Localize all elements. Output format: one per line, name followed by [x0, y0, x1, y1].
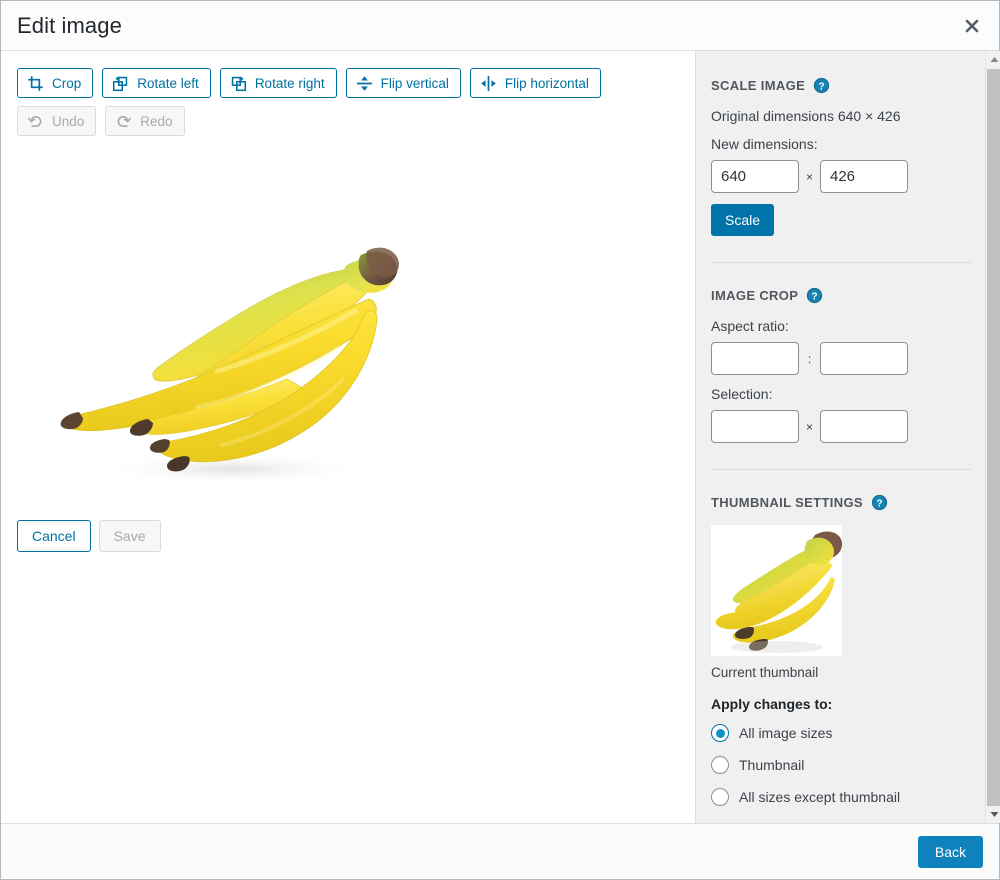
- help-icon[interactable]: ?: [806, 287, 823, 304]
- rotate-right-label: Rotate right: [254, 75, 325, 91]
- page-title: Edit image: [17, 13, 122, 38]
- scale-width-input[interactable]: [711, 160, 799, 193]
- image-crop-section: IMAGE CROP ? Aspect ratio: : Selection: …: [711, 287, 986, 443]
- save-button[interactable]: Save: [98, 520, 161, 552]
- svg-text:?: ?: [812, 291, 818, 302]
- divider: [711, 262, 971, 263]
- apply-changes-label: Apply changes to:: [711, 696, 833, 712]
- thumbnail-caption: Current thumbnail: [711, 665, 819, 680]
- original-dimensions: Original dimensions 640 × 426: [711, 108, 901, 124]
- scale-image-title: SCALE IMAGE: [711, 78, 806, 93]
- aspect-ratio-width-input[interactable]: [711, 342, 799, 375]
- aspect-ratio-label: Aspect ratio:: [711, 318, 789, 334]
- scale-image-header: SCALE IMAGE ?: [711, 77, 986, 94]
- flip-vertical-button[interactable]: Flip vertical: [345, 68, 461, 98]
- help-icon[interactable]: ?: [813, 77, 830, 94]
- flip-horizontal-label: Flip horizontal: [504, 75, 589, 91]
- thumbnail-settings-header: THUMBNAIL SETTINGS ?: [711, 494, 986, 511]
- aspect-ratio-separator: :: [807, 351, 812, 366]
- selection-width-input[interactable]: [711, 410, 799, 443]
- rotate-left-button[interactable]: Rotate left: [102, 68, 211, 98]
- image-crop-title: IMAGE CROP: [711, 288, 799, 303]
- rotate-right-button[interactable]: Rotate right: [219, 68, 337, 98]
- banana-image: [17, 209, 447, 505]
- settings-scrollbar[interactable]: [985, 51, 1000, 823]
- current-thumbnail-image: [711, 525, 842, 656]
- scale-button[interactable]: Scale: [711, 204, 775, 236]
- modal-footer: Back: [1, 823, 999, 879]
- rotate-left-icon: [112, 75, 129, 92]
- radio-label: All image sizes: [739, 725, 833, 741]
- flip-vertical-icon: [356, 75, 373, 92]
- thumbnail-settings-section: THUMBNAIL SETTINGS ? Current thumbnail A…: [711, 494, 986, 806]
- flip-horizontal-icon: [480, 75, 497, 92]
- selection-inputs: ×: [711, 410, 986, 443]
- crop-icon: [27, 75, 44, 92]
- radio-option-all-image-sizes[interactable]: All image sizes: [711, 724, 986, 742]
- new-dimensions-inputs: ×: [711, 160, 986, 193]
- settings-content: SCALE IMAGE ? Original dimensions 640 × …: [696, 51, 986, 820]
- dimension-separator: ×: [806, 169, 814, 184]
- modal-header: Edit image: [1, 1, 999, 51]
- redo-label: Redo: [140, 113, 173, 129]
- radio-option-thumbnail[interactable]: Thumbnail: [711, 756, 986, 774]
- aspect-ratio-height-input[interactable]: [820, 342, 908, 375]
- undo-label: Undo: [52, 113, 85, 129]
- close-button[interactable]: [953, 7, 991, 45]
- svg-text:?: ?: [876, 498, 882, 509]
- scrollbar-thumb[interactable]: [987, 69, 1000, 815]
- selection-label: Selection:: [711, 386, 773, 402]
- selection-separator: ×: [806, 419, 814, 434]
- image-settings-pane: SCALE IMAGE ? Original dimensions 640 × …: [695, 51, 1000, 823]
- toolbar-row-history: Undo Redo: [17, 106, 677, 136]
- radio-label: All sizes except thumbnail: [739, 789, 901, 805]
- close-icon: [963, 17, 981, 35]
- crop-label: Crop: [52, 75, 82, 91]
- image-editor-pane: Crop Rotate left Rotate right Flip verti…: [1, 51, 695, 823]
- radio-icon[interactable]: [711, 756, 729, 774]
- radio-icon[interactable]: [711, 724, 729, 742]
- image-crop-header: IMAGE CROP ?: [711, 287, 986, 304]
- cancel-button[interactable]: Cancel: [17, 520, 91, 552]
- editor-action-row: Cancel Save: [17, 520, 161, 552]
- radio-option-all-except-thumbnail[interactable]: All sizes except thumbnail: [711, 788, 986, 806]
- edit-image-modal: Edit image Crop Rotate left Rotate right…: [0, 0, 1000, 880]
- undo-button[interactable]: Undo: [17, 106, 97, 136]
- scale-image-section: SCALE IMAGE ? Original dimensions 640 × …: [711, 77, 986, 236]
- flip-vertical-label: Flip vertical: [380, 75, 449, 91]
- undo-icon: [27, 113, 44, 130]
- rotate-right-icon: [230, 75, 247, 92]
- selection-height-input[interactable]: [820, 410, 908, 443]
- help-icon[interactable]: ?: [871, 494, 888, 511]
- flip-horizontal-button[interactable]: Flip horizontal: [469, 68, 601, 98]
- scroll-up-arrow-icon[interactable]: [986, 51, 1000, 68]
- radio-label: Thumbnail: [739, 757, 805, 773]
- svg-text:?: ?: [819, 81, 825, 92]
- new-dimensions-label: New dimensions:: [711, 136, 818, 152]
- redo-button[interactable]: Redo: [105, 106, 185, 136]
- aspect-ratio-inputs: :: [711, 342, 986, 375]
- crop-button[interactable]: Crop: [17, 68, 94, 98]
- modal-body: Crop Rotate left Rotate right Flip verti…: [1, 51, 1000, 823]
- divider: [711, 469, 971, 470]
- radio-icon[interactable]: [711, 788, 729, 806]
- scroll-down-arrow-icon[interactable]: [986, 806, 1000, 823]
- image-canvas[interactable]: [17, 209, 447, 505]
- redo-icon: [115, 113, 132, 130]
- back-button[interactable]: Back: [917, 836, 983, 868]
- rotate-left-label: Rotate left: [137, 75, 199, 91]
- thumbnail-settings-title: THUMBNAIL SETTINGS: [711, 495, 863, 510]
- scale-height-input[interactable]: [820, 160, 908, 193]
- image-tools-toolbar: Crop Rotate left Rotate right Flip verti…: [17, 68, 677, 144]
- toolbar-row-primary: Crop Rotate left Rotate right Flip verti…: [17, 68, 677, 98]
